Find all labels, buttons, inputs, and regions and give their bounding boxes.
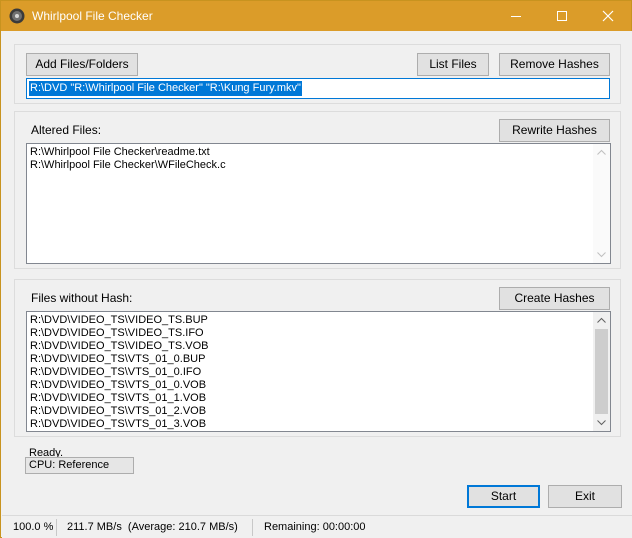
list-item[interactable]: R:\DVD\VIDEO_TS\VTS_01_2.VOB — [30, 405, 209, 418]
maximize-icon — [557, 11, 567, 21]
path-input-value: R:\DVD "R:\Whirlpool File Checker" "R:\K… — [29, 81, 302, 96]
list-item[interactable]: R:\DVD\VIDEO_TS\VTS_01_0.BUP — [30, 353, 209, 366]
remaining-time: Remaining: 00:00:00 — [264, 521, 366, 533]
close-button[interactable] — [585, 1, 631, 31]
start-button[interactable]: Start — [467, 485, 540, 508]
list-item[interactable]: R:\DVD\VIDEO_TS\VIDEO_TS.VOB — [30, 340, 209, 353]
list-item[interactable]: R:\DVD\VIDEO_TS\VIDEO_TS.BUP — [30, 314, 209, 327]
close-icon — [602, 10, 614, 22]
title-bar[interactable]: Whirlpool File Checker — [1, 1, 631, 31]
files-without-hash-list[interactable]: R:\DVD\VIDEO_TS\VIDEO_TS.BUP R:\DVD\VIDE… — [26, 311, 611, 432]
status-separator — [252, 519, 253, 536]
scroll-thumb[interactable] — [595, 329, 608, 414]
files-without-hash-scrollbar[interactable] — [593, 312, 610, 431]
exit-button[interactable]: Exit — [548, 485, 622, 508]
scroll-up-icon[interactable] — [597, 149, 606, 155]
files-panel: Add Files/Folders List Files Remove Hash… — [14, 44, 621, 104]
list-item[interactable]: R:\Whirlpool File Checker\WFileCheck.c — [30, 159, 226, 172]
window-title: Whirlpool File Checker — [32, 9, 153, 23]
scroll-down-icon[interactable] — [597, 420, 606, 426]
files-without-hash-panel: Files without Hash: Create Hashes R:\DVD… — [14, 279, 621, 437]
progress-percent: 100.0 % — [13, 521, 54, 533]
remove-hashes-button[interactable]: Remove Hashes — [499, 53, 610, 76]
scroll-up-icon[interactable] — [597, 317, 606, 323]
list-item[interactable]: R:\DVD\VIDEO_TS\VTS_01_0.VOB — [30, 379, 209, 392]
list-files-button[interactable]: List Files — [417, 53, 489, 76]
disc-app-icon — [9, 8, 25, 24]
minimize-button[interactable] — [493, 1, 539, 31]
maximize-button[interactable] — [539, 1, 585, 31]
create-hashes-button[interactable]: Create Hashes — [499, 287, 610, 310]
rewrite-hashes-button[interactable]: Rewrite Hashes — [499, 119, 610, 142]
add-files-folders-button[interactable]: Add Files/Folders — [26, 53, 138, 76]
transfer-speed: 211.7 MB/s (Average: 210.7 MB/s) — [67, 521, 238, 533]
list-item[interactable]: R:\DVD\VIDEO_TS\VTS_01_3.VOB — [30, 418, 209, 431]
altered-files-scrollbar[interactable] — [593, 144, 610, 263]
list-item[interactable]: R:\DVD\VIDEO_TS\VIDEO_TS.IFO — [30, 327, 209, 340]
app-window: Whirlpool File Checker Add Files/Folders… — [0, 0, 632, 538]
scroll-down-icon[interactable] — [597, 252, 606, 258]
list-item[interactable]: R:\Whirlpool File Checker\readme.txt — [30, 146, 226, 159]
client-area: Add Files/Folders List Files Remove Hash… — [2, 31, 632, 515]
altered-files-label: Altered Files: — [31, 123, 102, 137]
files-without-hash-label: Files without Hash: — [31, 291, 133, 305]
list-item[interactable]: R:\DVD\VIDEO_TS\VTS_01_0.IFO — [30, 366, 209, 379]
altered-files-list[interactable]: R:\Whirlpool File Checker\readme.txt R:\… — [26, 143, 611, 264]
altered-files-panel: Altered Files: Rewrite Hashes R:\Whirlpo… — [14, 111, 621, 269]
status-separator — [56, 519, 57, 536]
cpu-field: CPU: Reference — [25, 457, 134, 474]
minimize-icon — [511, 16, 521, 17]
path-input[interactable]: R:\DVD "R:\Whirlpool File Checker" "R:\K… — [26, 78, 610, 99]
status-bar: 100.0 % 211.7 MB/s (Average: 210.7 MB/s)… — [2, 515, 632, 538]
list-item[interactable]: R:\DVD\VIDEO_TS\VTS_01_1.VOB — [30, 392, 209, 405]
